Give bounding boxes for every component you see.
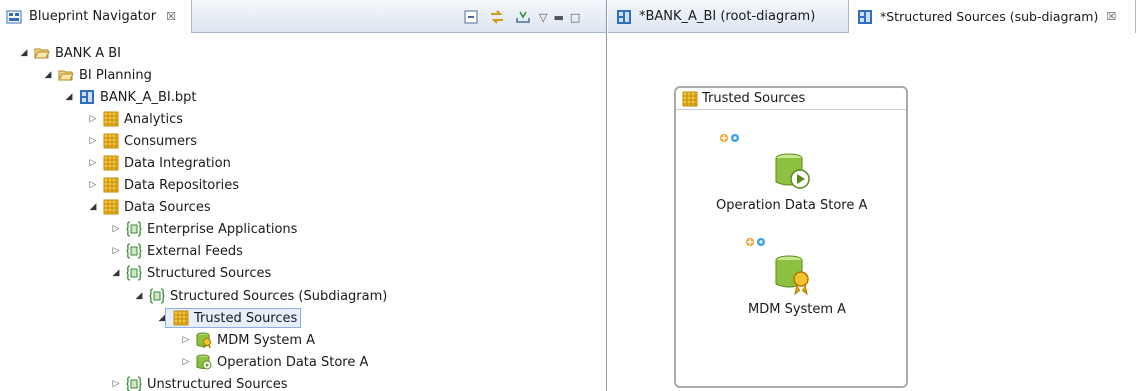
- expanded-arrow-icon[interactable]: ◢: [110, 268, 122, 278]
- grid-icon: [103, 199, 119, 215]
- tree-item-label: Data Repositories: [124, 177, 239, 193]
- tree-item-label: Data Sources: [124, 199, 211, 215]
- grid-icon: [103, 111, 119, 127]
- mdm-icon: [196, 332, 212, 349]
- blueprint-file-icon: [857, 9, 873, 25]
- diagram-editor: *BANK_A_BI (root-diagram) *Structured So…: [608, 0, 1136, 391]
- tab-blueprint-navigator[interactable]: Blueprint Navigator ☒: [0, 0, 192, 33]
- blueprint-file-icon: [616, 9, 632, 25]
- collapsed-arrow-icon[interactable]: ▷: [110, 379, 122, 389]
- tree-item-mdm-system-a[interactable]: ▷ MDM System A: [180, 329, 315, 351]
- mdm-icon: [775, 255, 809, 296]
- node-label: MDM System A: [748, 302, 847, 317]
- grid-icon: [103, 177, 119, 193]
- tree-item-external-feeds[interactable]: ▷ External Feeds: [110, 240, 243, 262]
- component-icon: [149, 288, 165, 304]
- tree-item-data-integration[interactable]: ▷ Data Integration: [87, 152, 231, 174]
- collapsed-arrow-icon[interactable]: ▷: [110, 224, 122, 234]
- tree-item-data-repositories[interactable]: ▷ Data Repositories: [87, 174, 239, 196]
- tree-item-label: External Feeds: [147, 243, 243, 259]
- close-icon[interactable]: ☒: [166, 10, 176, 23]
- node-decorators: [720, 132, 740, 142]
- tree-item-label: Analytics: [124, 111, 184, 127]
- operation-data-store-node[interactable]: [773, 152, 813, 192]
- maximize-icon[interactable]: □: [570, 11, 580, 24]
- collapsed-arrow-icon[interactable]: ▷: [87, 136, 99, 146]
- tree-item-consumers[interactable]: ▷ Consumers: [87, 130, 197, 152]
- grid-icon: [103, 155, 119, 171]
- component-icon: [126, 243, 142, 259]
- view-title: Blueprint Navigator: [29, 9, 157, 24]
- tab-root-diagram[interactable]: *BANK_A_BI (root-diagram): [608, 0, 844, 33]
- tab-label: *BANK_A_BI (root-diagram): [639, 9, 816, 24]
- tree-item-label: Unstructured Sources: [147, 376, 288, 391]
- collapsed-arrow-icon[interactable]: ▷: [87, 180, 99, 190]
- folder-open-icon: [58, 67, 74, 83]
- tab-label: *Structured Sources (sub-diagram): [880, 9, 1099, 24]
- tree-item-label: BANK_A_BI.bpt: [100, 89, 197, 105]
- expanded-arrow-icon[interactable]: ◢: [42, 70, 54, 80]
- component-icon: [126, 221, 142, 237]
- expanded-arrow-icon[interactable]: ◢: [133, 291, 145, 301]
- tree-item-label: Consumers: [124, 133, 198, 149]
- blueprint-navigator-view: Blueprint Navigator ☒ ▽ ▬ □ ◢ BANK A BI …: [0, 0, 607, 391]
- view-menu-icon[interactable]: ▽: [539, 11, 547, 24]
- mdm-system-node[interactable]: [773, 254, 813, 296]
- component-icon: [126, 376, 142, 391]
- editor-tab-bar: *BANK_A_BI (root-diagram) *Structured So…: [608, 0, 1136, 33]
- tree-item-label: Structured Sources: [147, 265, 272, 281]
- datastore-icon: [775, 153, 810, 189]
- collapsed-arrow-icon[interactable]: ▷: [87, 114, 99, 124]
- tree-item-structured-sources-subdiagram[interactable]: ◢ Structured Sources (Subdiagram): [133, 285, 387, 307]
- selected-tree-item[interactable]: Trusted Sources: [165, 308, 302, 328]
- tree-item-trusted-sources[interactable]: ◢ Trusted Sources: [156, 307, 302, 329]
- expanded-arrow-icon[interactable]: ◢: [63, 92, 75, 102]
- link-with-editor-icon[interactable]: [487, 7, 507, 27]
- tree-item-bank-a-bi[interactable]: ◢ BANK A BI: [18, 42, 121, 64]
- grid-icon: [682, 91, 698, 107]
- datastore-icon: [196, 354, 212, 370]
- node-label: Operation Data Store A: [716, 198, 868, 213]
- tree-item-bi-planning[interactable]: ◢ BI Planning: [42, 64, 152, 86]
- group-header: Trusted Sources: [676, 88, 906, 110]
- tree-item-data-sources[interactable]: ◢ Data Sources: [87, 196, 211, 218]
- folder-open-icon: [34, 45, 50, 61]
- tree-item-analytics[interactable]: ▷ Analytics: [87, 108, 183, 130]
- minimize-icon[interactable]: ▬: [553, 11, 563, 24]
- tree-item-label: BI Planning: [79, 67, 152, 83]
- tree-item-label: Trusted Sources: [194, 310, 298, 326]
- tree-item-operation-data-store-a[interactable]: ▷ Operation Data Store A: [180, 351, 368, 373]
- import-icon[interactable]: [513, 7, 533, 27]
- grid-icon: [173, 310, 189, 326]
- tree-item-unstructured-sources[interactable]: ▷ Unstructured Sources: [110, 373, 288, 391]
- collapsed-arrow-icon[interactable]: ▷: [110, 246, 122, 256]
- collapsed-arrow-icon[interactable]: ▷: [180, 335, 192, 345]
- collapsed-arrow-icon[interactable]: ▷: [87, 158, 99, 168]
- expanded-arrow-icon[interactable]: ◢: [18, 48, 30, 58]
- tree-item-label: Data Integration: [124, 155, 231, 171]
- tree-item-enterprise-applications[interactable]: ▷ Enterprise Applications: [110, 218, 297, 240]
- component-icon: [126, 265, 142, 281]
- grid-icon: [103, 133, 119, 149]
- view-header: Blueprint Navigator ☒ ▽ ▬ □: [0, 0, 606, 33]
- tree-item-label: Structured Sources (Subdiagram): [170, 288, 388, 304]
- tree-item-structured-sources[interactable]: ◢ Structured Sources: [110, 262, 271, 284]
- add-connection-icon[interactable]: [746, 237, 768, 247]
- tree-item-bank-a-bi-bpt[interactable]: ◢ BANK_A_BI.bpt: [63, 86, 197, 108]
- close-icon[interactable]: ☒: [1106, 10, 1116, 23]
- collapse-all-icon[interactable]: [461, 7, 481, 27]
- tree-item-label: Operation Data Store A: [217, 354, 369, 370]
- group-title: Trusted Sources: [702, 91, 806, 106]
- add-connection-icon[interactable]: [720, 133, 742, 143]
- collapsed-arrow-icon[interactable]: ▷: [180, 357, 192, 367]
- trusted-sources-group[interactable]: Trusted Sources Operation Data Store A M…: [674, 86, 908, 388]
- tree-item-label: Enterprise Applications: [147, 221, 298, 237]
- blueprint-file-icon: [79, 89, 95, 105]
- expanded-arrow-icon[interactable]: ◢: [87, 202, 99, 212]
- tab-sub-diagram[interactable]: *Structured Sources (sub-diagram) ☒: [848, 0, 1136, 33]
- node-decorators: [746, 236, 766, 246]
- tree-item-label: MDM System A: [217, 332, 316, 348]
- blueprint-navigator-icon: [6, 9, 22, 25]
- tree-item-label: BANK A BI: [55, 45, 121, 61]
